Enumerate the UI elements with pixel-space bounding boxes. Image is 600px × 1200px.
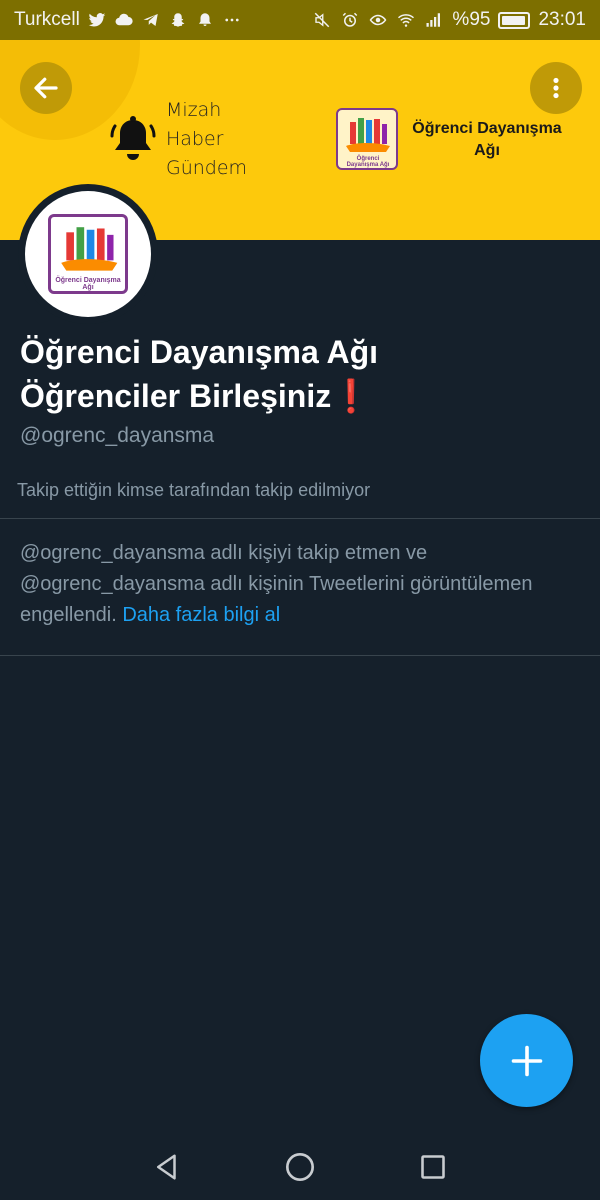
plus-icon <box>511 1045 542 1076</box>
profile-name-line1: Öğrenci Dayanışma Ağı <box>20 334 379 370</box>
arrow-left-icon <box>34 77 58 99</box>
alarm-icon <box>340 10 360 30</box>
telegram-icon <box>141 10 161 30</box>
divider <box>0 655 600 656</box>
vertical-dots-icon <box>553 77 559 99</box>
wifi-icon <box>396 10 416 30</box>
more-options-button[interactable] <box>530 62 582 114</box>
more-dots-icon <box>222 10 242 30</box>
banner-logo-caption: Öğrenci Dayanışma Ağı <box>346 156 390 168</box>
status-bar: Turkcell %95 23:01 <box>0 0 600 40</box>
clock: 23:01 <box>538 9 586 30</box>
battery-fill <box>502 15 526 25</box>
profile-name-line2: Öğrenciler Birleşiniz❗ <box>20 374 580 418</box>
system-nav-bar <box>0 1130 600 1200</box>
banner-bell-icon <box>110 116 156 160</box>
twitter-icon <box>87 10 107 30</box>
nav-recents-button[interactable] <box>416 1150 450 1184</box>
recents-square-icon <box>421 1155 445 1179</box>
banner-tagline-line: Mizah <box>166 99 222 121</box>
bell-icon <box>195 10 215 30</box>
exclamation-emoji: ❗ <box>331 378 372 414</box>
avatar-logo: Öğrenci Dayanışma Ağı <box>48 214 128 294</box>
signal-icon <box>424 10 444 30</box>
banner-logo-text: Öğrenci Dayanışma Ağı <box>412 120 562 159</box>
banner-tagline-line: Haber <box>166 128 224 150</box>
nav-home-button[interactable] <box>283 1150 317 1184</box>
eye-icon <box>368 10 388 30</box>
banner-tagline-line: Gündem <box>166 157 248 179</box>
carrier-label: Turkcell <box>14 9 80 30</box>
followers-you-know-note: Takip ettiğin kimse tarafından takip edi… <box>17 480 371 500</box>
back-triangle-icon <box>157 1154 176 1180</box>
avatar-frame: Öğrenci Dayanışma Ağı <box>25 191 151 317</box>
battery-icon <box>498 11 531 29</box>
nav-back-button[interactable] <box>150 1150 184 1184</box>
profile-handle: @ogrenc_dayansma <box>20 424 215 447</box>
cloud-icon <box>114 10 134 30</box>
compose-tweet-button[interactable] <box>480 1014 573 1107</box>
divider <box>0 518 600 519</box>
banner-tagline: Mizah Haber Gündem <box>166 96 276 183</box>
home-circle-icon <box>286 1153 314 1181</box>
profile-name: Öğrenci Dayanışma Ağı Öğrenciler Birleşi… <box>20 330 580 418</box>
blocked-notice: @ogrenc_dayansma adlı kişiyi takip etmen… <box>20 538 580 631</box>
profile-name-line2-text: Öğrenciler Birleşiniz <box>20 378 332 414</box>
back-button[interactable] <box>20 62 72 114</box>
avatar-logo-caption: Öğrenci Dayanışma Ağı <box>55 277 121 291</box>
banner-logo: Öğrenci Dayanışma Ağı <box>336 108 398 170</box>
battery-percent: %95 <box>452 9 491 30</box>
mute-icon <box>312 10 332 30</box>
avatar[interactable]: Öğrenci Dayanışma Ağı <box>18 184 158 324</box>
learn-more-link[interactable]: Daha fazla bilgi al <box>122 604 280 626</box>
snapchat-icon <box>168 10 188 30</box>
